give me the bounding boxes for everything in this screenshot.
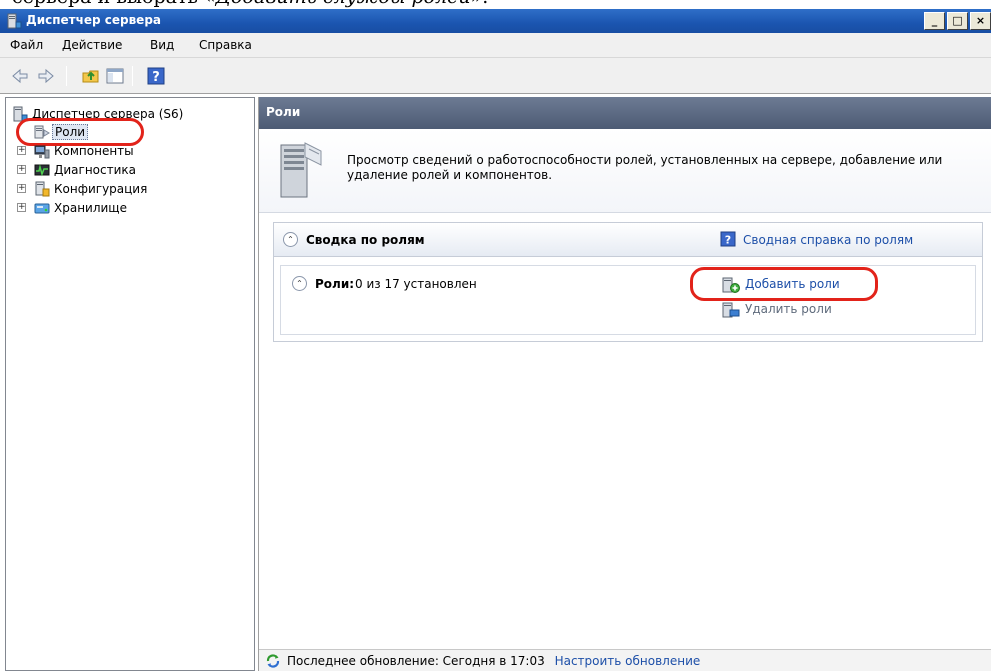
tree-item-components[interactable]: + Компоненты [6,142,254,160]
configuration-icon [35,181,50,197]
roles-summary-title: Сводка по ролям [306,233,425,247]
tree-item-diagnostics[interactable]: + Диагностика [6,161,254,179]
refresh-icon[interactable] [265,653,281,669]
show-hide-tree-icon[interactable] [105,66,125,86]
details-pane: Роли Просмотр сведений о работоспособнос… [258,97,991,671]
caption-strip: сервера и выбрать «Добавить службы ролей… [0,0,991,9]
tree-item-label: Компоненты [54,144,134,158]
highlight-circle-add-roles [690,267,878,301]
pane-title: Роли [266,105,301,119]
menu-view[interactable]: Вид [150,38,174,52]
expand-icon[interactable]: + [17,165,26,174]
expand-icon[interactable]: + [17,203,26,212]
pane-header: Роли [259,97,991,129]
back-arrow-icon[interactable] [10,66,30,86]
components-icon [34,145,50,159]
tree-item-label: Конфигурация [54,182,148,196]
roles-summary-help-link[interactable]: Сводная справка по ролям [743,233,913,247]
help-icon[interactable]: ? [146,66,166,86]
window-controls: _ □ × [922,12,991,30]
remove-roles-icon [722,302,740,318]
menu-file[interactable]: Файл [10,38,43,52]
roles-label: Роли: [315,277,355,291]
up-folder-icon[interactable] [81,66,101,86]
intro-section: Просмотр сведений о работоспособности ро… [259,129,991,213]
window-title: Диспетчер сервера [26,13,161,27]
toolbar: ? [0,58,991,94]
status-bar: Последнее обновление: Сегодня в 17:03 На… [259,649,991,671]
remove-roles-link[interactable]: Удалить роли [745,302,832,316]
title-bar: Диспетчер сервера _ □ × [0,9,991,33]
toolbar-separator [132,66,133,86]
tree-item-configuration[interactable]: + Конфигурация [6,180,254,198]
menu-help[interactable]: Справка [199,38,252,52]
intro-description: Просмотр сведений о работоспособности ро… [347,153,943,182]
help-icon: ? [720,231,736,247]
storage-icon [34,203,50,214]
console-tree: Диспетчер сервера (S6) Роли + Компоненты… [5,97,255,671]
expand-icon[interactable]: + [17,146,26,155]
tree-item-label: Хранилище [54,201,127,215]
minimize-button[interactable]: _ [924,12,945,30]
svg-text:?: ? [152,70,160,85]
roles-installed-count: 0 из 17 установлен [355,277,477,291]
collapse-icon[interactable]: ⌃ [283,232,298,247]
last-update-text: Последнее обновление: Сегодня в 17:03 [287,654,545,668]
toolbar-separator [66,66,67,86]
maximize-button[interactable]: □ [947,12,968,30]
menu-bar: Файл Действие Вид Справка [0,33,991,58]
configure-update-link[interactable]: Настроить обновление [555,654,701,668]
tree-item-storage[interactable]: + Хранилище [6,199,254,217]
close-button[interactable]: × [970,12,991,30]
status-text: Последнее обновление: Сегодня в 17:03 На… [287,654,700,668]
tree-item-label: Диагностика [54,163,137,177]
menu-action[interactable]: Действие [62,38,122,52]
forward-arrow-icon[interactable] [36,66,56,86]
caption-text: сервера и выбрать «Добавить службы ролей… [12,0,488,8]
diagnostics-icon [34,164,50,177]
expand-icon[interactable]: + [17,184,26,193]
server-roles-icon [280,142,322,198]
collapse-icon[interactable]: ⌃ [292,276,307,291]
roles-summary-header: ⌃ Сводка по ролям ? Сводная справка по р… [274,223,982,257]
svg-text:?: ? [725,234,731,247]
server-manager-icon [7,13,22,29]
